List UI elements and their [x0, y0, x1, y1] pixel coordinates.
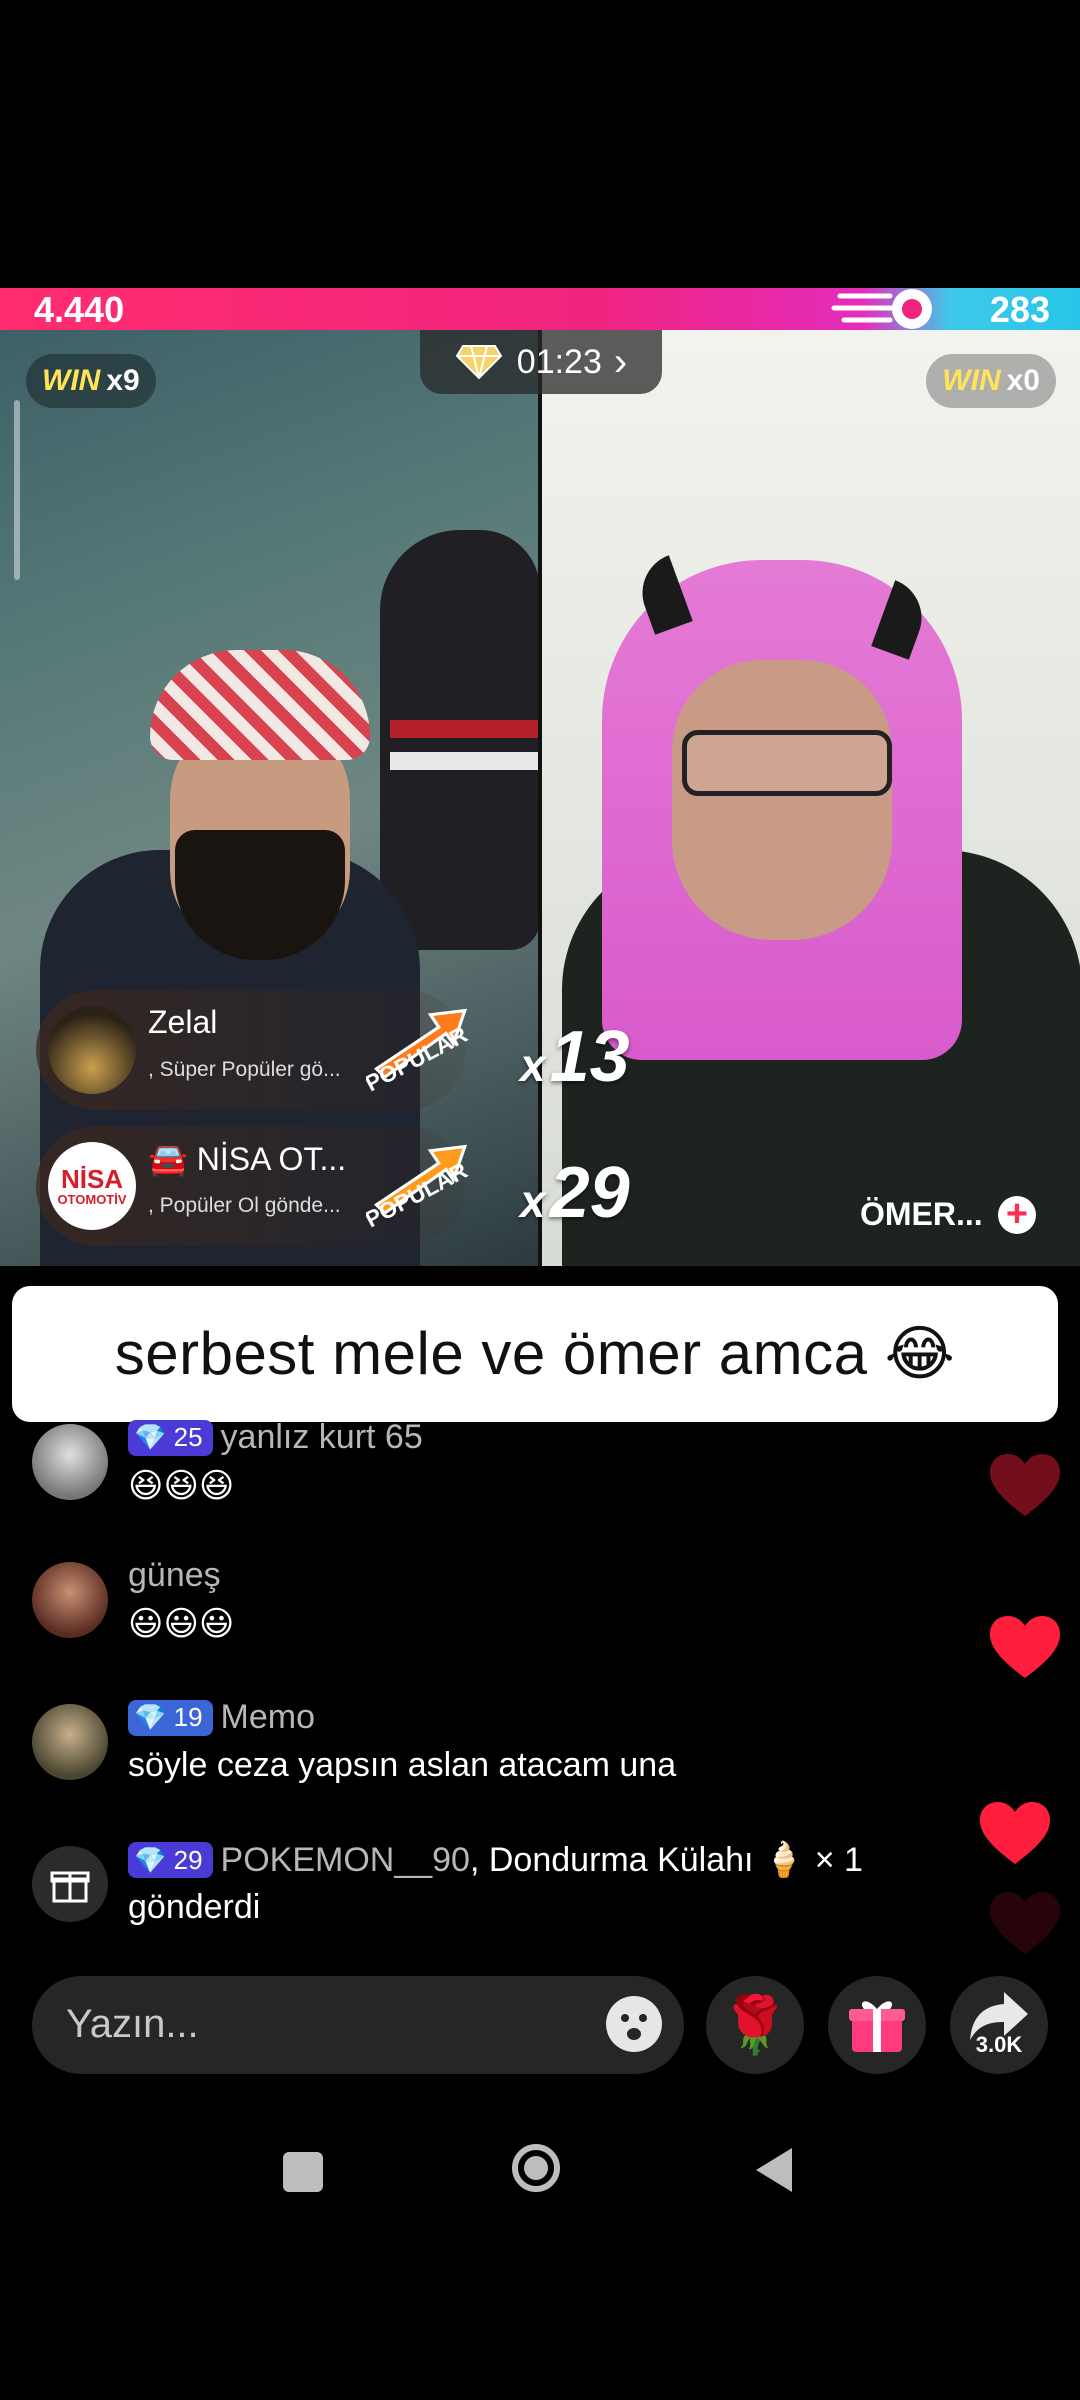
- gift-sender-name: Zelal: [148, 1004, 218, 1040]
- diamond-icon: [455, 345, 503, 380]
- comment-text: gönderdi: [128, 1888, 261, 1926]
- square-icon[interactable]: [283, 2152, 323, 2192]
- comment-text: 😃😃😃: [128, 1605, 235, 1643]
- host-face: [672, 660, 892, 940]
- gift-notification[interactable]: NİSA OTOMOTİV 🚘 NİSA OT... , Popüler Ol …: [36, 1126, 470, 1246]
- circle-icon[interactable]: [512, 2144, 560, 2192]
- gift-combo-count: x13: [520, 1017, 630, 1097]
- scroll-indicator: [14, 400, 20, 580]
- gift-sender-avatar: [48, 1006, 136, 1094]
- right-win-badge: WIN x0: [926, 354, 1056, 408]
- gift-description: , Popüler Ol gönde...: [148, 1194, 341, 1217]
- logo-text-top: NİSA: [60, 1163, 124, 1194]
- triangle-back-icon[interactable]: [754, 2146, 794, 2194]
- right-host-name[interactable]: ÖMER...: [860, 1196, 983, 1233]
- score-divider-icon: [831, 289, 932, 329]
- gift-notification[interactable]: Zelal , Süper Popüler gö... POPULAR: [36, 990, 470, 1110]
- commenter-name: güneş: [128, 1556, 221, 1594]
- gift-icon: [32, 1846, 108, 1922]
- heart-icon: [990, 1892, 1060, 1954]
- gift-sender-name: 🚘 NİSA OT...: [148, 1141, 347, 1177]
- commenter-avatar: [32, 1562, 108, 1638]
- popular-gift-icon: POPULAR: [366, 1008, 470, 1097]
- left-host-video[interactable]: WIN x9 Zelal , Süper Popüler gö... POPULA…: [0, 330, 538, 1266]
- gift-description: , Süper Popüler gö...: [148, 1058, 341, 1081]
- comment-text: söyle ceza yapsın aslan atacam una: [128, 1746, 677, 1784]
- left-score: 4.440: [34, 289, 125, 330]
- popular-gift-icon: POPULAR: [366, 1144, 470, 1233]
- gift-comment-item[interactable]: 💎 29 POKEMON__90, Dondurma Külahı 🍦 × 1 g…: [32, 1841, 992, 1946]
- gift-sender-avatar: NİSA OTOMOTİV: [48, 1142, 136, 1230]
- right-host-video[interactable]: WIN x0 ÖMER... +: [542, 330, 1080, 1266]
- gift-message: , Dondurma Külahı 🍦 × 1: [469, 1841, 863, 1879]
- follow-plus-icon[interactable]: +: [998, 1195, 1036, 1234]
- heart-icon: [980, 1802, 1050, 1864]
- right-score: 283: [989, 289, 1050, 330]
- heart-icon: [990, 1454, 1060, 1516]
- glasses: [682, 730, 892, 796]
- logo-text-bottom: OTOMOTİV: [57, 1191, 127, 1207]
- commenter-name: POKEMON__90: [220, 1840, 470, 1879]
- share-count: 3.0K: [975, 2032, 1023, 2057]
- comment-input-placeholder: Yazın...: [66, 2002, 199, 2046]
- comment-item[interactable]: 💎 25 yanlız kurt 65 😆😆😆: [32, 1418, 992, 1514]
- timer-text: 01:23: [516, 342, 602, 381]
- popular-badge-label: POPULAR: [366, 1021, 470, 1097]
- smile-icon[interactable]: [604, 1994, 664, 2054]
- gift-icon: [849, 2001, 905, 2052]
- hanging-jacket: [380, 530, 538, 950]
- gift-combo-count: x29: [520, 1153, 630, 1233]
- commenter-name: yanlız kurt 65: [220, 1418, 423, 1456]
- comment-text: 😆😆😆: [128, 1467, 235, 1505]
- comment-item[interactable]: güneş 😃😃😃: [32, 1556, 992, 1652]
- rose-icon[interactable]: 🌹: [706, 1976, 804, 2074]
- battle-timer[interactable]: 01:23 ›: [420, 330, 662, 394]
- gift-button[interactable]: [828, 1976, 926, 2074]
- heart-icon: [990, 1616, 1060, 1678]
- video-caption: serbest mele ve ömer amca 😂: [12, 1286, 1058, 1422]
- commenter-name: Memo: [220, 1698, 315, 1736]
- user-level-badge: 💎 19: [128, 1699, 213, 1736]
- share-button[interactable]: 3.0K: [950, 1976, 1048, 2074]
- chevron-right-icon: ›: [613, 339, 628, 384]
- host-headscarf: [150, 650, 370, 760]
- left-win-badge: WIN x9: [26, 354, 156, 408]
- commenter-avatar: [32, 1704, 108, 1780]
- commenter-avatar: [32, 1424, 108, 1500]
- user-level-badge: 💎 29: [128, 1842, 213, 1878]
- user-level-badge: 💎 25: [128, 1419, 213, 1456]
- popular-badge-label: POPULAR: [366, 1157, 470, 1233]
- comment-item[interactable]: 💎 19 Memo söyle ceza yapsın aslan atacam …: [32, 1698, 992, 1794]
